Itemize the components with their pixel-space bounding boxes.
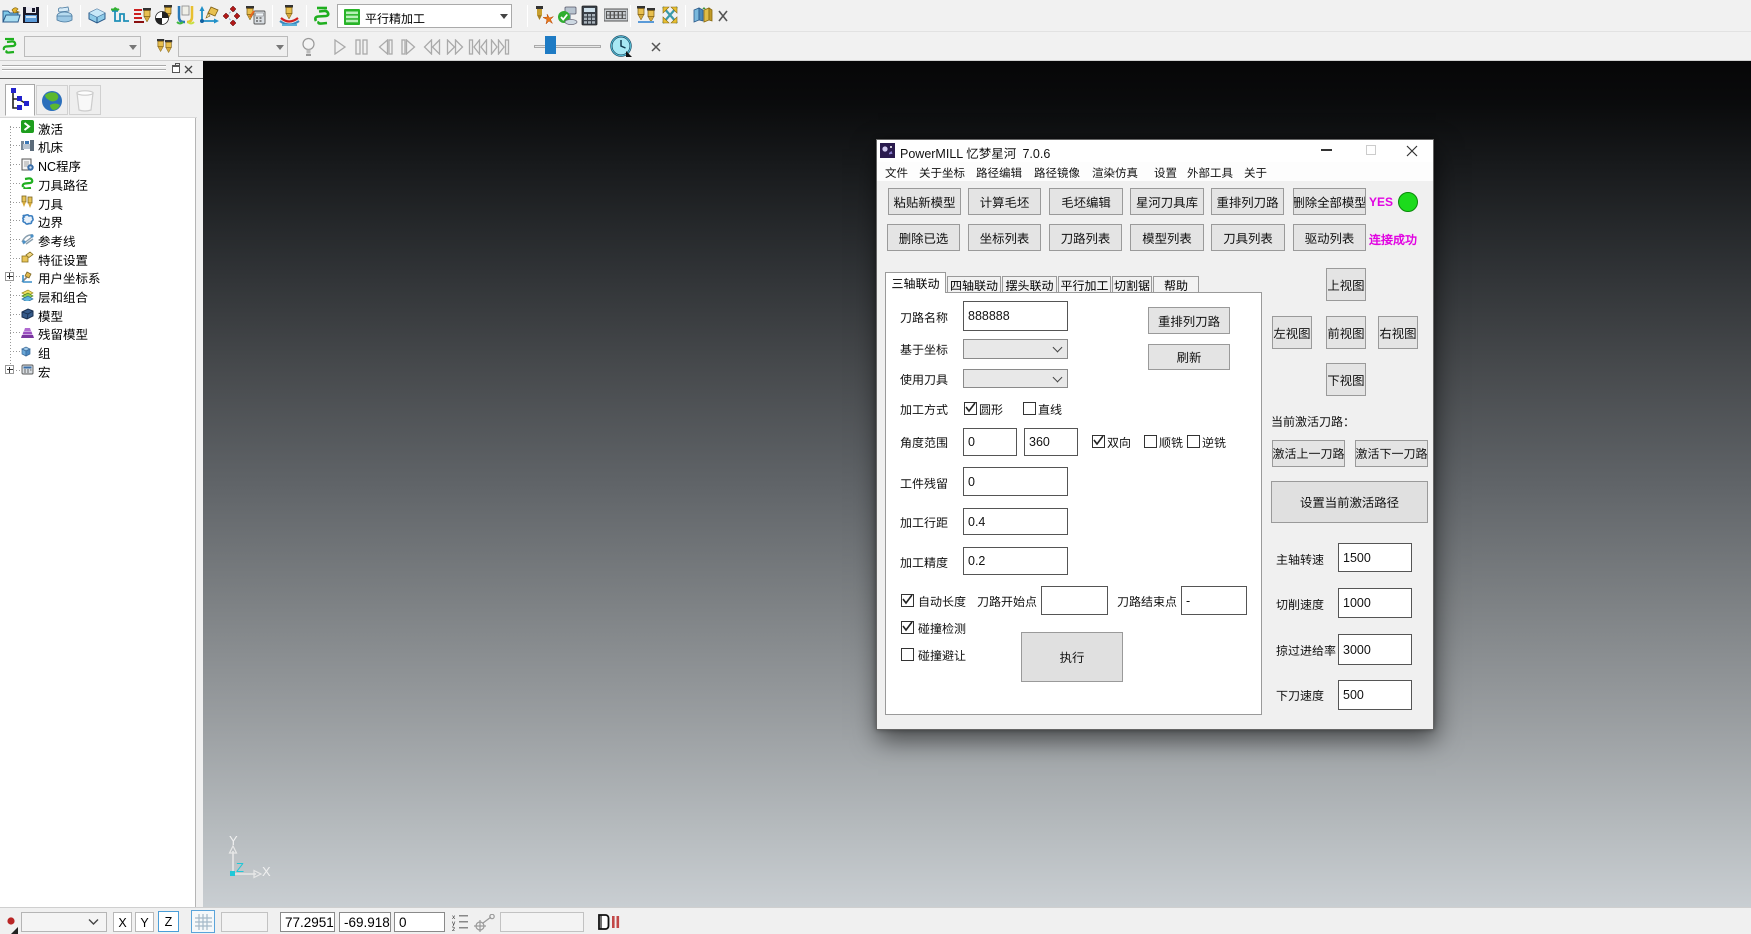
svg-text:Y: Y <box>229 833 238 848</box>
svg-text:Z: Z <box>236 860 244 875</box>
svg-text:z: z <box>452 926 455 931</box>
svg-text:X: X <box>262 864 271 879</box>
